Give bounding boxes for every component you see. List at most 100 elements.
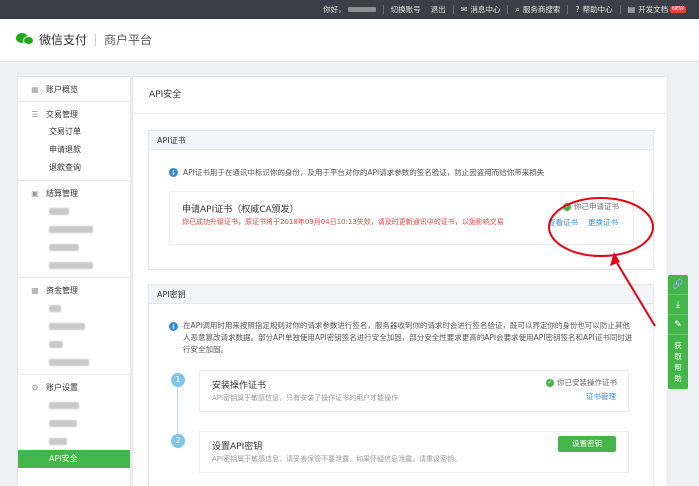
logo[interactable]: 微信支付 商户平台 [16,31,152,48]
cert-warning: 你已成功升级证书，原证书将于2018年09月04日10:13失效，请及时更新通讯… [182,218,504,226]
divider [382,5,384,14]
divider [567,5,569,14]
gear-icon: ⚙ [31,383,39,392]
sidebar-item-redacted[interactable] [18,353,130,371]
sidebar-item-redacted[interactable] [18,202,130,220]
sidebar-item-redacted[interactable] [18,220,130,238]
sidebar-item-api-security[interactable]: API安全 [18,450,130,468]
sidebar-group-overview: ▦ 账户概览 [18,77,130,102]
cert-title: 申请API证书（权威CA颁发） [182,205,299,215]
step-card: 安装操作证书 API密钥属于敏感信息，只有安装了操作证书的用户才能操作 ✓ 你已安… [199,370,629,412]
get-help-button[interactable]: 获取帮助 [668,335,688,389]
cert-card: 申请API证书（权威CA颁发） 你已成功升级证书，原证书将于2018年09月04… [169,191,634,245]
sidebar-group-label: 账户设置 [46,383,78,392]
sidebar-group-label: 资金管理 [46,286,78,295]
help-center-link[interactable]: ? 帮助中心 [570,4,617,15]
wechat-pay-logo-icon [16,32,35,47]
sidebar-item-trade-orders[interactable]: 交易订单 [18,123,130,141]
brand-name: 微信支付 [39,33,88,47]
greeting-text: 你好， [323,5,346,14]
step-number: 2 [171,434,185,448]
download-icon[interactable]: ⤓ [668,295,688,315]
sidebar-item-redacted[interactable] [18,432,130,450]
info-text: 在API调用时用来按照指定规则对你的请求参数进行签名，服务器收到你的请求时会进行… [183,321,633,354]
link-icon[interactable]: 🔗 [668,275,688,295]
cert-manage-link[interactable]: 证书管理 [586,391,616,402]
info-icon: i [169,168,178,177]
sidebar-item-overview[interactable]: ▦ 账户概览 [18,81,130,98]
panel-header: API证书 [149,131,653,150]
username-redacted [347,7,376,12]
info-text: API证书用于在通讯中标识你的身份，及用于平台对你的API请求参数的签名验证，防… [183,168,545,177]
step-number: 1 [171,373,185,387]
step-card: 设置API密钥 API密钥属于敏感信息，请妥善保管不要泄露，如果怀疑信息泄露，请… [199,431,629,473]
step-status-text: 你已安装操作证书 [557,378,617,387]
step-desc: API密钥属于敏感信息，只有安装了操作证书的用户才能操作 [212,394,399,402]
step-title: 安装操作证书 [212,381,267,391]
floating-help-bar: 🔗 ⤓ ✎ 获取帮助 [668,275,688,389]
service-search-link[interactable]: ⌕ 服务商搜索 [510,4,565,15]
dev-docs-label: 开发文档 [638,5,669,14]
api-cert-panel: API证书 i API证书用于在通讯中标识你的身份，及用于平台对你的API请求参… [148,130,654,270]
cert-status-text: 你已申请证书 [574,202,619,211]
divider [452,5,454,14]
logout-link[interactable]: 退出 [426,4,451,15]
sidebar-group-title-trade[interactable]: ☰ 交易管理 [18,106,130,123]
sidebar-item-redacted[interactable] [18,256,130,274]
top-nav-bar: 你好， 切换账号 退出 ✉ 消息中心 ⌕ 服务商搜索 ? 帮助中心 ▤ 开发文档 NEW [0,0,699,19]
panel-header: API密钥 [149,285,653,304]
sidebar-group-settlement: ▣ 结算管理 [18,181,130,278]
get-help-label: 获取帮助 [674,341,682,383]
mail-icon: ✉ [460,5,468,14]
sidebar-item-redacted[interactable] [18,335,130,353]
sidebar-item-apply-refund[interactable]: 申请退款 [18,141,130,159]
help-center-label: 帮助中心 [582,5,613,14]
divider [507,5,509,14]
divider [619,5,621,14]
sidebar: ▦ 账户概览 ☰ 交易管理 交易订单 申请退款 退款查询 ▣ 结算管理 ▦ 资金管理 ⚙… [17,76,131,486]
platform-name: 商户平台 [104,33,153,47]
divider [95,33,97,46]
wallet-icon: ▦ [31,286,39,295]
set-key-button[interactable]: 设置密钥 [558,436,616,452]
sidebar-item-redacted[interactable] [18,299,130,317]
header: 微信支付 商户平台 [0,19,699,62]
check-icon: ✓ [563,202,571,211]
main-content: API安全 API证书 i API证书用于在通讯中标识你的身份，及用于平台对你的… [132,76,668,486]
sidebar-item-redacted[interactable] [18,317,130,335]
switch-account-link[interactable]: 切换账号 [386,4,426,15]
page-title: API安全 [133,77,667,114]
dev-docs-link[interactable]: ▤ 开发文档 NEW [623,4,691,15]
api-key-panel: API密钥 i 在API调用时用来按照指定规则对你的请求参数进行签名，服务器收到… [148,284,654,486]
sidebar-item-refund-query[interactable]: 退款查询 [18,159,130,177]
sidebar-item-redacted[interactable] [18,396,130,414]
change-cert-link[interactable]: 更换证书 [588,217,618,228]
sidebar-group-title-settlement[interactable]: ▣ 结算管理 [18,185,130,202]
sidebar-group-title-funds[interactable]: ▦ 资金管理 [18,282,130,299]
sidebar-item-label: 账户概览 [46,85,78,94]
message-center-link[interactable]: ✉ 消息中心 [456,4,506,15]
step-status: ✓ 你已安装操作证书 [546,377,617,388]
info-note: i API证书用于在通讯中标识你的身份，及用于平台对你的API请求参数的签名验证… [169,167,544,178]
step-desc: API密钥属于敏感信息，请妥善保管不要泄露，如果怀疑信息泄露，请重设密钥。 [212,455,462,463]
info-note: i 在API调用时用来按照指定规则对你的请求参数进行签名，服务器收到你的请求时会… [169,320,634,356]
sidebar-item-redacted[interactable] [18,414,130,432]
sidebar-item-redacted[interactable] [18,238,130,256]
step-title: 设置API密钥 [212,442,263,452]
document-icon: ▤ [627,5,636,14]
info-icon: i [169,322,178,331]
list-icon: ☰ [31,110,39,119]
sidebar-group-label: 结算管理 [46,189,78,198]
edit-icon[interactable]: ✎ [668,315,688,335]
message-center-label: 消息中心 [470,5,501,14]
view-cert-link[interactable]: 查看证书 [548,217,578,228]
cert-status: ✓ 你已申请证书 [563,201,619,212]
check-icon: ✓ [546,378,554,387]
sidebar-group-funds: ▦ 资金管理 [18,278,130,375]
calendar-icon: ▣ [31,189,39,198]
sidebar-group-label: 交易管理 [46,110,78,119]
grid-icon: ▦ [31,85,39,94]
sidebar-group-trade: ☰ 交易管理 交易订单 申请退款 退款查询 [18,102,130,181]
sidebar-group-title-account[interactable]: ⚙ 账户设置 [18,379,130,396]
new-badge: NEW [670,6,686,13]
